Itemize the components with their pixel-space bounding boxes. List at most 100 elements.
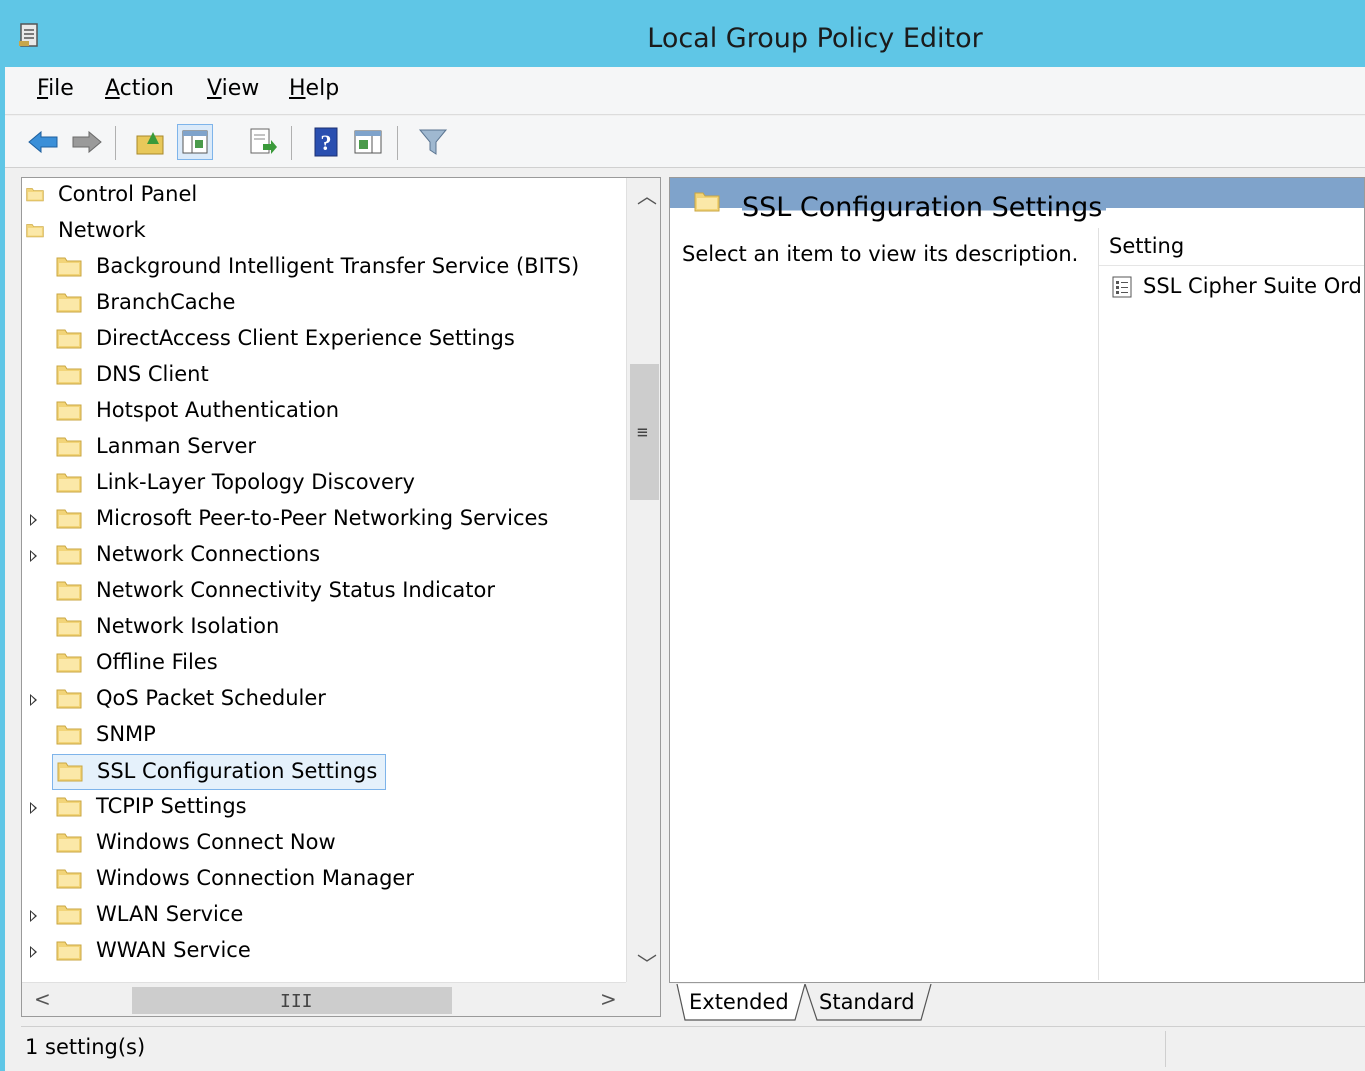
tree-item[interactable]: WWAN Service (22, 934, 622, 970)
folder-icon (56, 869, 82, 889)
tree-item[interactable]: Control Panel (22, 178, 622, 214)
tree-item-label: WLAN Service (96, 902, 244, 926)
back-arrow-icon[interactable] (25, 124, 61, 160)
tab-standard-label: Standard (819, 990, 915, 1014)
details-header: SSL Configuration Settings (670, 178, 1364, 226)
tree-item[interactable]: Offline Files (22, 646, 622, 682)
svg-text:?: ? (321, 130, 332, 155)
tree-item-label: Network Connections (96, 542, 321, 566)
tab-extended-label: Extended (689, 990, 789, 1014)
tree-item-label: QoS Packet Scheduler (96, 686, 326, 710)
up-folder-icon[interactable] (133, 124, 169, 160)
menu-view-mnemonic: V (207, 76, 222, 101)
tree-item-label: Control Panel (58, 182, 198, 206)
export-list-icon[interactable] (245, 124, 281, 160)
tab-standard[interactable]: Standard (819, 984, 929, 1022)
tree-item[interactable]: DNS Client (22, 358, 622, 394)
column-header-label: Setting (1109, 234, 1185, 258)
folder-icon (56, 581, 82, 601)
tree-item[interactable]: Hotspot Authentication (22, 394, 622, 430)
tree-item-label: Windows Connect Now (96, 830, 336, 854)
tree-item[interactable]: Link-Layer Topology Discovery (22, 466, 622, 502)
tree-item-label: Windows Connection Manager (96, 866, 414, 890)
toolbar-separator (291, 126, 292, 160)
filter-icon[interactable] (415, 124, 451, 160)
folder-icon (56, 653, 82, 673)
tree-item[interactable]: TCPIP Settings (22, 790, 622, 826)
folder-icon (56, 365, 82, 385)
scroll-left-icon[interactable]: < (34, 989, 51, 1009)
tree-item-label: SNMP (96, 722, 156, 746)
tree-item[interactable]: Network Connections (22, 538, 622, 574)
tree-item-label: DNS Client (96, 362, 209, 386)
menu-view-rest: iew (221, 76, 260, 101)
expand-arrow-icon[interactable] (30, 910, 37, 922)
menu-file-mnemonic: F (37, 76, 49, 101)
scroll-down-icon[interactable]: ﹀ (637, 954, 657, 974)
tree-item[interactable]: Network Connectivity Status Indicator (22, 574, 622, 610)
menu-file[interactable]: File (37, 76, 74, 101)
folder-icon (56, 905, 82, 925)
folder-icon (56, 293, 82, 313)
tree-item-label: Offline Files (96, 650, 218, 674)
tree-item[interactable]: Lanman Server (22, 430, 622, 466)
show-hide-tree-button[interactable] (177, 124, 213, 160)
tree-item-label: Network Connectivity Status Indicator (96, 578, 496, 602)
tree-item[interactable]: Microsoft Peer-to-Peer Networking Servic… (22, 502, 622, 538)
expand-arrow-icon[interactable] (30, 802, 37, 814)
column-header-setting[interactable]: Setting (1099, 228, 1364, 266)
menu-help-mnemonic: H (289, 76, 306, 101)
tree-item-label: BranchCache (96, 290, 236, 314)
tree-item[interactable]: DirectAccess Client Experience Settings (22, 322, 622, 358)
tree-item-label: TCPIP Settings (96, 794, 247, 818)
menu-help[interactable]: Help (289, 76, 339, 101)
menu-view[interactable]: View (207, 76, 259, 101)
expand-arrow-icon[interactable] (30, 514, 37, 526)
tree-item[interactable]: Windows Connection Manager (22, 862, 622, 898)
tree-item[interactable]: BranchCache (22, 286, 622, 322)
folder-icon (26, 224, 44, 238)
tree-item[interactable]: Network (22, 214, 622, 250)
scroll-corner (626, 982, 660, 1016)
list-item[interactable]: SSL Cipher Suite Ord (1099, 270, 1364, 304)
menu-help-rest: elp (305, 76, 340, 101)
tree-item-label: Link-Layer Topology Discovery (96, 470, 415, 494)
settings-list[interactable]: Setting SSL Cipher Suite Ord < III (1098, 228, 1364, 980)
tree-item[interactable]: WLAN Service (22, 898, 622, 934)
tree-item[interactable]: Windows Connect Now (22, 826, 622, 862)
window-title: Local Group Policy Editor (647, 23, 983, 54)
details-pane: SSL Configuration Settings Select an ite… (669, 177, 1365, 983)
expand-arrow-icon[interactable] (30, 550, 37, 562)
tree-horizontal-scrollbar[interactable]: < III > (22, 982, 626, 1016)
tree-item-label: WWAN Service (96, 938, 251, 962)
status-separator (1165, 1031, 1166, 1067)
folder-icon (56, 329, 82, 349)
tree-item-label: Microsoft Peer-to-Peer Networking Servic… (96, 506, 549, 530)
folder-icon (26, 188, 44, 202)
help-icon[interactable]: ? (309, 124, 345, 160)
show-hide-tree-icon (182, 130, 208, 154)
scroll-right-icon[interactable]: > (600, 989, 617, 1009)
scroll-up-icon[interactable]: ︿ (637, 186, 657, 206)
tree-item[interactable]: QoS Packet Scheduler (22, 682, 622, 718)
tree-vertical-scrollbar[interactable]: ︿ ≡ ﹀ (626, 178, 660, 982)
forward-arrow-icon[interactable] (69, 124, 105, 160)
menu-action[interactable]: Action (105, 76, 174, 101)
tree-item[interactable]: Background Intelligent Transfer Service … (22, 250, 622, 286)
folder-icon (57, 762, 83, 782)
expand-arrow-icon[interactable] (30, 694, 37, 706)
folder-icon (56, 257, 82, 277)
folder-icon (56, 725, 82, 745)
tree-item-label: DirectAccess Client Experience Settings (96, 326, 515, 350)
expand-arrow-icon[interactable] (30, 946, 37, 958)
tree-item-label: Network Isolation (96, 614, 280, 638)
folder-icon (56, 941, 82, 961)
tab-extended[interactable]: Extended (689, 984, 799, 1022)
tree-pane[interactable]: Control Panel Network Background Intellige… (21, 177, 661, 1017)
show-hide-action-pane-icon[interactable] (351, 124, 387, 160)
tree-item[interactable]: SNMP (22, 718, 622, 754)
tree-item-label: Network (58, 218, 146, 242)
tree-item-label: Hotspot Authentication (96, 398, 340, 422)
tree-item[interactable]: SSL Configuration Settings (52, 754, 386, 790)
tree-item[interactable]: Network Isolation (22, 610, 622, 646)
